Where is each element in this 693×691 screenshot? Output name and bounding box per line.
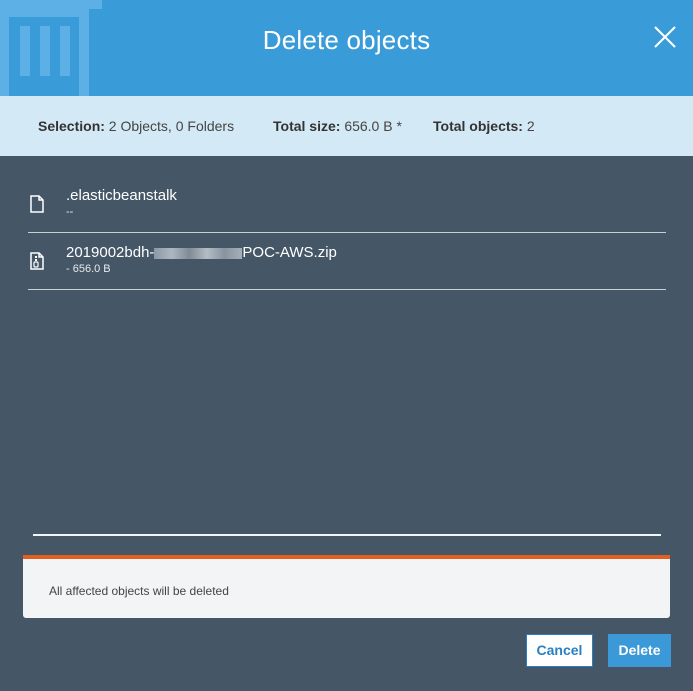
total-objects-value: 2 — [526, 118, 535, 134]
file-meta: - 656.0 B — [66, 263, 111, 275]
zip-file-icon — [30, 252, 44, 270]
selection-summary-bar: Selection: 2 Objects, 0 Folders Total si… — [0, 96, 693, 156]
file-name: 2019002bdh- POC-AWS.zip — [66, 244, 337, 261]
total-size-value: 656.0 B * — [344, 118, 402, 134]
redacted-text — [154, 247, 243, 259]
selection-summary: Selection: 2 Objects, 0 Folders — [38, 118, 235, 134]
file-list-item: .elasticbeanstalk -- — [28, 176, 666, 233]
delete-button[interactable]: Delete — [608, 634, 671, 667]
divider — [33, 534, 661, 536]
selection-value: 2 Objects, 0 Folders — [108, 118, 235, 134]
warning-notice: All affected objects will be deleted — [23, 555, 670, 618]
file-name: .elasticbeanstalk — [66, 187, 177, 204]
file-icon — [30, 195, 44, 213]
dialog-title: Delete objects — [262, 25, 431, 55]
file-meta: -- — [66, 206, 74, 218]
dialog-header: Delete objects — [0, 0, 693, 96]
notice-message: All affected objects will be deleted — [49, 584, 229, 598]
total-objects-summary: Total objects: 2 — [433, 118, 535, 134]
close-icon[interactable] — [654, 26, 676, 48]
total-size-summary: Total size: 656.0 B * — [273, 118, 402, 134]
cancel-button[interactable]: Cancel — [526, 634, 593, 667]
file-list-item: 2019002bdh- POC-AWS.zip - 656.0 B — [28, 233, 666, 290]
